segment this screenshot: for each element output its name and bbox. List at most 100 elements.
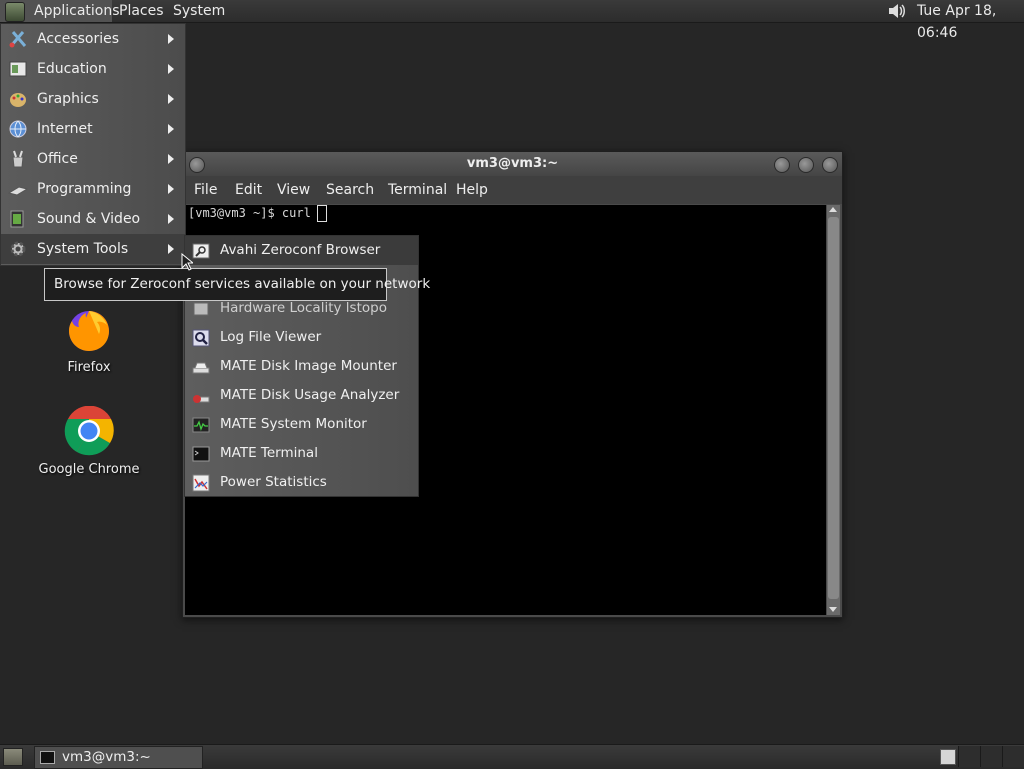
menu-item-office[interactable]: Office <box>1 144 185 174</box>
scrollbar-thumb[interactable] <box>828 217 839 599</box>
workspace-4[interactable] <box>1002 746 1024 767</box>
sound-video-icon <box>10 210 24 228</box>
menu-item-graphics[interactable]: Graphics <box>1 84 185 114</box>
desktop-icon-label: Firefox <box>67 360 111 375</box>
internet-icon <box>9 120 27 138</box>
menu-help[interactable]: Help <box>456 182 488 198</box>
menu-item-programming[interactable]: Programming <box>1 174 185 204</box>
menu-item-accessories[interactable]: Accessories <box>1 24 185 54</box>
bottom-panel: vm3@vm3:~ <box>0 744 1024 769</box>
firefox-icon <box>69 311 109 351</box>
menu-item-mate-system-monitor[interactable]: MATE System Monitor <box>185 410 418 439</box>
menu-item-system-tools[interactable]: System Tools <box>1 234 185 264</box>
hardware-icon <box>193 302 209 316</box>
workspace-2[interactable] <box>958 746 981 767</box>
menu-item-education[interactable]: Education <box>1 54 185 84</box>
desktop-icon-firefox[interactable]: Firefox <box>34 306 144 375</box>
submenu-arrow-icon <box>168 154 174 164</box>
menu-item-label: Office <box>37 151 78 167</box>
menu-file[interactable]: File <box>194 182 217 198</box>
scroll-up-icon[interactable] <box>829 207 837 212</box>
taskbar-button-label: vm3@vm3:~ <box>62 749 151 765</box>
applications-menu: Accessories Education Graphics Internet … <box>0 23 186 266</box>
menu-item-mate-terminal[interactable]: MATE Terminal <box>185 439 418 468</box>
submenu-arrow-icon <box>168 94 174 104</box>
terminal-scrollbar[interactable] <box>827 205 840 615</box>
tooltip-text: Browse for Zeroconf services available o… <box>54 276 431 292</box>
taskbar-button-terminal[interactable]: vm3@vm3:~ <box>34 746 203 769</box>
volume-icon[interactable] <box>886 2 906 20</box>
menu-item-log-file-viewer[interactable]: Log File Viewer <box>185 323 418 352</box>
menu-item-power-statistics[interactable]: Power Statistics <box>185 468 418 497</box>
top-panel: Applications Places System Tue Apr 18, 0… <box>0 0 1024 41</box>
menu-item-label: MATE Disk Usage Analyzer <box>220 387 400 403</box>
programming-icon <box>8 186 28 196</box>
terminal-icon <box>40 751 55 764</box>
desktop-icon-label: Google Chrome <box>38 462 140 477</box>
menu-item-internet[interactable]: Internet <box>1 114 185 144</box>
menu-item-label: MATE System Monitor <box>220 416 367 432</box>
submenu-arrow-icon <box>168 64 174 74</box>
menu-search[interactable]: Search <box>326 182 374 198</box>
tooltip: Browse for Zeroconf services available o… <box>44 268 430 301</box>
menu-edit[interactable]: Edit <box>235 182 262 198</box>
menu-item-label: MATE Terminal <box>220 445 318 461</box>
places-menu-button[interactable]: Places <box>119 0 164 22</box>
menu-item-label: Internet <box>37 121 93 137</box>
workspace-1[interactable] <box>940 749 956 765</box>
menu-item-label: Power Statistics <box>220 474 327 490</box>
menu-item-mate-disk-image-mounter[interactable]: MATE Disk Image Mounter <box>185 352 418 381</box>
close-icon[interactable] <box>822 157 838 173</box>
education-icon <box>9 61 27 77</box>
disk-usage-icon <box>193 395 210 403</box>
menu-item-label: Log File Viewer <box>220 329 322 345</box>
submenu-arrow-icon <box>168 184 174 194</box>
prompt-line: [vm3@vm3 ~]$ curl <box>188 205 327 222</box>
system-monitor-icon <box>192 417 210 433</box>
menu-item-label: Sound & Video <box>37 211 141 227</box>
minimize-icon[interactable] <box>774 157 790 173</box>
terminal-titlebar[interactable]: vm3@vm3:~ <box>183 152 842 176</box>
avahi-icon <box>192 243 210 259</box>
office-icon <box>12 150 24 168</box>
terminal-icon <box>192 446 210 462</box>
menu-item-label: Graphics <box>37 91 99 107</box>
submenu-arrow-icon <box>168 244 174 254</box>
desktop-icon-chrome[interactable]: Google Chrome <box>34 405 144 477</box>
show-desktop-icon[interactable] <box>3 748 23 766</box>
menu-item-label: Accessories <box>37 31 120 47</box>
log-viewer-icon <box>192 329 210 347</box>
submenu-arrow-icon <box>168 214 174 224</box>
terminal-menubar: File Edit View Search Terminal Help <box>183 176 842 204</box>
menu-item-label: Programming <box>37 181 132 197</box>
submenu-arrow-icon <box>168 34 174 44</box>
workspace-3[interactable] <box>980 746 1003 767</box>
menu-terminal[interactable]: Terminal <box>388 182 447 198</box>
mouse-pointer-icon <box>181 253 193 271</box>
terminal-title: vm3@vm3:~ <box>466 156 559 171</box>
menu-item-sound-video[interactable]: Sound & Video <box>1 204 185 234</box>
menu-view[interactable]: View <box>277 182 310 198</box>
menu-item-label: Avahi Zeroconf Browser <box>220 242 381 258</box>
graphics-icon <box>10 93 26 107</box>
system-menu-button[interactable]: System <box>173 0 225 22</box>
menu-item-label: System Tools <box>37 241 129 257</box>
applications-menu-button[interactable]: Applications <box>0 0 120 22</box>
system-tools-icon <box>10 241 26 257</box>
menu-item-mate-disk-usage-analyzer[interactable]: MATE Disk Usage Analyzer <box>185 381 418 410</box>
disk-mounter-icon <box>192 362 210 374</box>
chrome-icon <box>64 405 114 456</box>
scroll-down-icon[interactable] <box>829 607 837 612</box>
menu-item-label: Education <box>37 61 107 77</box>
clock[interactable]: Tue Apr 18, 06:46 <box>917 0 1024 41</box>
prompt-text: [vm3@vm3 ~]$ curl <box>188 206 311 220</box>
mate-logo-icon <box>5 2 25 22</box>
maximize-icon[interactable] <box>798 157 814 173</box>
applications-label: Applications <box>34 3 120 19</box>
text-cursor <box>316 205 327 222</box>
submenu-arrow-icon <box>168 124 174 134</box>
menu-item-avahi-zeroconf-browser[interactable]: Avahi Zeroconf Browser <box>185 236 418 265</box>
menu-item-label: Hardware Locality lstopo <box>220 300 387 316</box>
menu-item-label: MATE Disk Image Mounter <box>220 358 397 374</box>
power-stats-icon <box>192 474 210 492</box>
